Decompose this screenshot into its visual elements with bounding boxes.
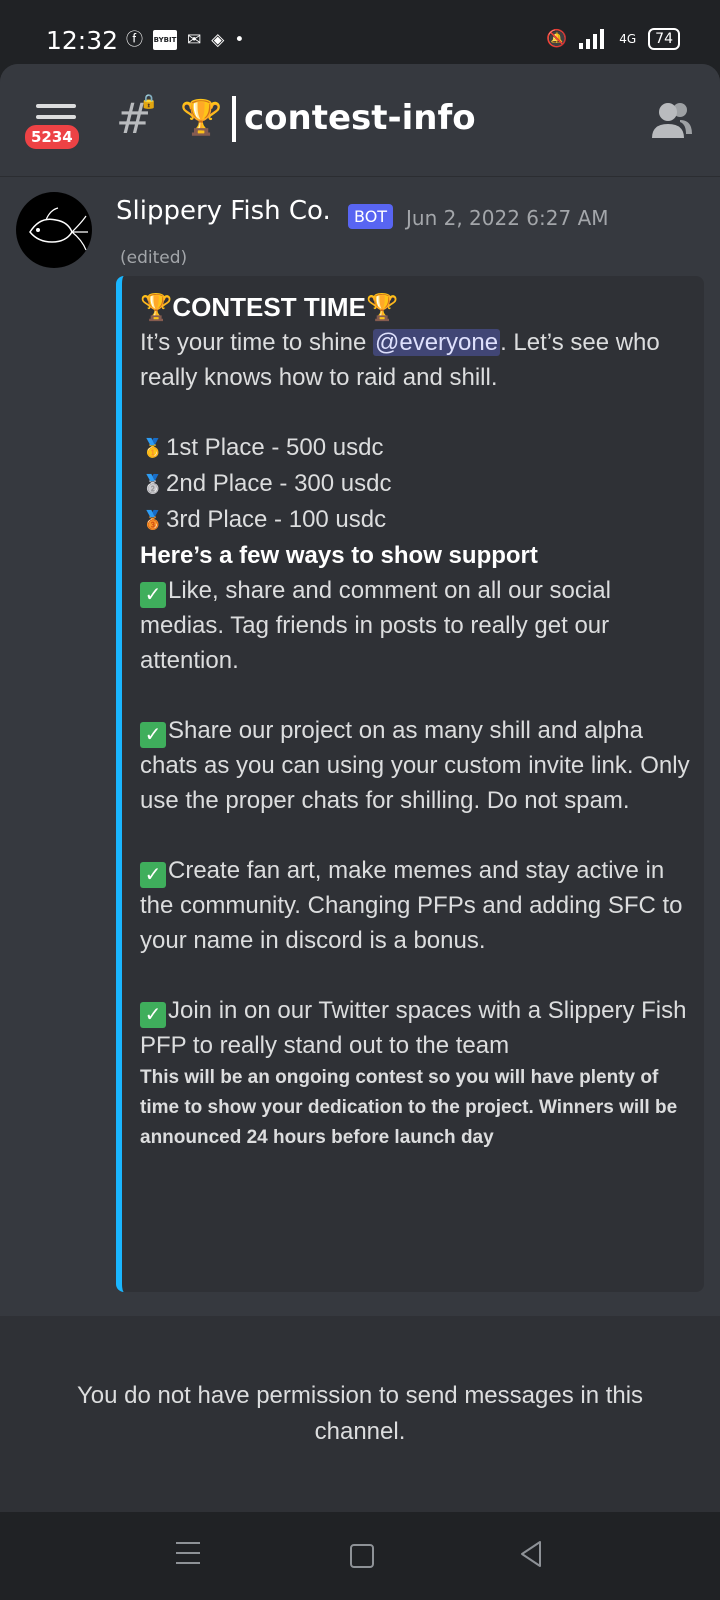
channel-divider	[232, 96, 236, 142]
support-item: ✓ Create fan art, make memes and stay act…	[140, 857, 683, 955]
mail-icon: ✉	[187, 30, 202, 50]
trophy-icon: 🏆	[180, 98, 223, 138]
lock-icon: 🔒	[140, 94, 158, 110]
edited-label: (edited)	[120, 248, 188, 268]
support-item: ✓ Share our project on as many shill and …	[140, 717, 690, 815]
check-icon: ✓	[140, 722, 166, 749]
members-icon[interactable]	[650, 100, 694, 140]
facebook-icon: ⓕ	[126, 30, 143, 50]
embed-title-text: CONTEST TIME	[172, 292, 366, 322]
status-time: 12:32	[46, 26, 119, 55]
discord-app: 5234 # 🔒 🏆 contest-info Slippery Fish Co…	[0, 64, 720, 1512]
check-icon: ✓	[140, 862, 166, 889]
embed-footer-note: This will be an ongoing contest so you w…	[140, 1067, 678, 1149]
permission-notice-bar: You do not have permission to send messa…	[0, 1316, 720, 1512]
everyone-mention[interactable]: @everyone	[373, 329, 501, 356]
recent-apps-icon[interactable]	[176, 1542, 200, 1572]
trophy-icon: 🏆	[365, 292, 399, 322]
bot-tag: BOT	[348, 204, 394, 229]
binance-icon: ◈	[211, 30, 225, 50]
navigation-bar	[0, 1512, 720, 1600]
dot-icon: •	[234, 30, 245, 50]
permission-notice: You do not have permission to send messa…	[76, 1382, 644, 1445]
notification-icons: ⓕ BYBIT ✉ ◈ •	[126, 30, 244, 50]
support-item: ✓ Join in on our Twitter spaces with a Sl…	[140, 997, 687, 1060]
mention-count-badge: 5234	[22, 122, 82, 152]
channel-name[interactable]: contest-info	[244, 98, 476, 138]
mute-icon: 🔕	[546, 29, 568, 49]
embed-title: 🏆CONTEST TIME🏆	[140, 290, 690, 325]
4g-signal-icon: 4G	[619, 32, 637, 46]
prize-item: 🥇1st Place - 500 usdc	[140, 430, 690, 466]
message-timestamp: Jun 2, 2022 6:27 AM	[406, 206, 609, 230]
back-icon[interactable]	[518, 1540, 544, 1568]
embed-intro: It’s your time to shine @everyone. Let’s…	[140, 329, 660, 391]
silver-medal-icon: 🥈	[141, 474, 165, 495]
signal-icon	[579, 29, 605, 49]
system-icons: 🔕 4G 74	[546, 28, 680, 50]
prize-item: 🥈2nd Place - 300 usdc	[140, 466, 690, 502]
gold-medal-icon: 🥇	[141, 438, 165, 459]
check-icon: ✓	[140, 582, 166, 609]
embed-subheading: Here’s a few ways to show support	[140, 542, 538, 570]
prize-item: 🥉3rd Place - 100 usdc	[140, 502, 690, 538]
battery-icon: 74	[648, 28, 680, 50]
support-item: ✓ Like, share and comment on all our soci…	[140, 577, 611, 675]
home-icon[interactable]	[350, 1544, 374, 1568]
check-icon: ✓	[140, 1002, 166, 1029]
status-bar: 12:32 ⓕ BYBIT ✉ ◈ • 🔕 4G 74	[0, 0, 720, 64]
trophy-icon: 🏆	[140, 292, 173, 322]
avatar[interactable]	[16, 192, 92, 268]
message-embed: 🏆CONTEST TIME🏆 It’s your time to shine @…	[116, 276, 704, 1292]
channel-header: 5234 # 🔒 🏆 contest-info	[0, 64, 720, 177]
goldfish-icon	[29, 207, 88, 251]
bybit-icon: BYBIT	[153, 30, 177, 50]
bronze-medal-icon: 🥉	[141, 510, 165, 531]
author-name[interactable]: Slippery Fish Co.	[116, 196, 331, 226]
